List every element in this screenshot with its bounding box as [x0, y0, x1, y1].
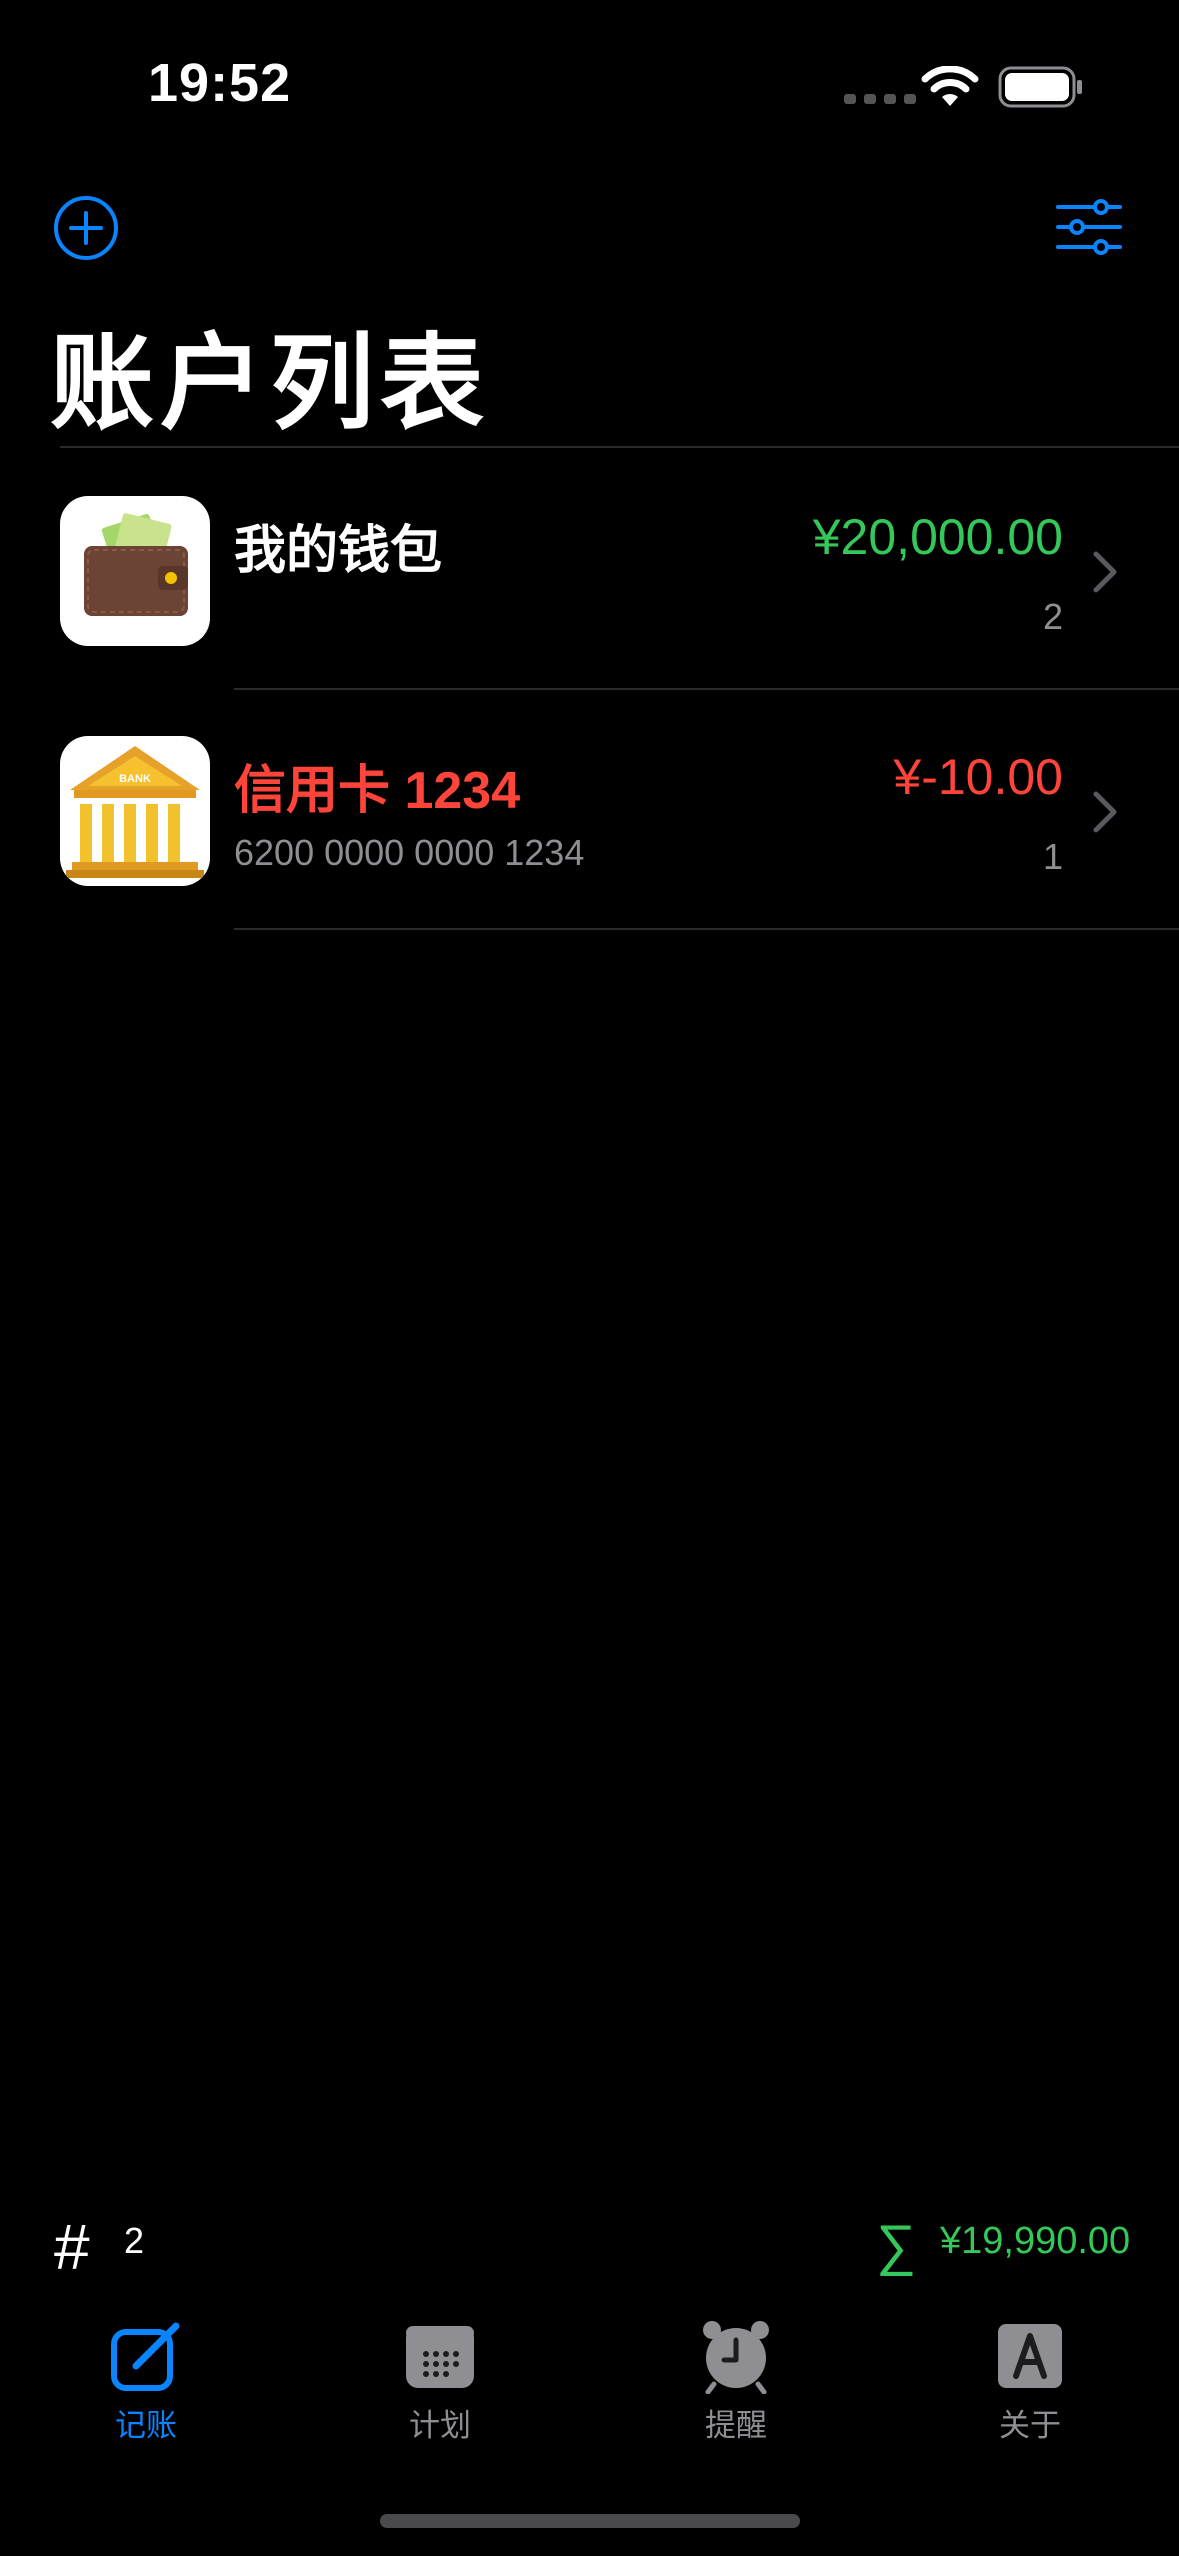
account-row-credit-card[interactable]: BANK 信用卡 1234 6200 0000 0000 1234 ¥-10.0…	[0, 690, 1179, 928]
alarm-clock-icon	[703, 2321, 769, 2394]
bank-icon: BANK	[60, 736, 210, 886]
chevron-right-icon	[1093, 551, 1117, 593]
account-name: 信用卡 1234	[234, 762, 521, 820]
tab-bookkeeping[interactable]: 记账	[46, 2318, 246, 2445]
battery-icon	[998, 66, 1082, 108]
bank-label: BANK	[119, 773, 151, 785]
account-count: 2	[124, 2220, 145, 2261]
tab-plan[interactable]: 计划	[340, 2318, 540, 2445]
record-count: 2	[1042, 596, 1063, 637]
tab-reminder[interactable]: 提醒	[636, 2318, 836, 2445]
account-name: 我的钱包	[234, 522, 443, 580]
cellular-signal-icon	[844, 94, 916, 104]
count-icon: #	[54, 2211, 90, 2283]
tab-about[interactable]: 关于	[930, 2318, 1130, 2445]
calendar-icon	[406, 2326, 474, 2388]
page-title: 账户列表	[50, 326, 491, 442]
tab-label: 记账	[115, 2408, 177, 2443]
filter-settings-button[interactable]	[1055, 198, 1123, 256]
account-balance: ¥-10.00	[893, 749, 1063, 805]
sum-icon: ∑	[876, 2213, 916, 2276]
divider	[234, 928, 1179, 930]
wifi-icon	[921, 66, 979, 106]
letter-a-icon	[998, 2324, 1062, 2388]
home-indicator[interactable]	[380, 2514, 800, 2528]
status-time: 19:52	[148, 53, 292, 113]
compose-icon	[111, 2322, 180, 2391]
card-number: 6200 0000 0000 1234	[234, 832, 585, 873]
add-account-button[interactable]	[52, 194, 120, 262]
divider	[60, 446, 1179, 448]
tab-label: 计划	[409, 2408, 471, 2443]
total-balance: ¥19,990.00	[940, 2220, 1131, 2262]
account-row-wallet[interactable]: 我的钱包 ¥20,000.00 2	[0, 450, 1179, 688]
record-count: 1	[1042, 836, 1063, 877]
tab-label: 关于	[999, 2408, 1061, 2443]
tab-label: 提醒	[705, 2408, 767, 2443]
account-balance: ¥20,000.00	[812, 509, 1063, 565]
chevron-right-icon	[1093, 791, 1117, 833]
wallet-icon	[60, 496, 210, 646]
